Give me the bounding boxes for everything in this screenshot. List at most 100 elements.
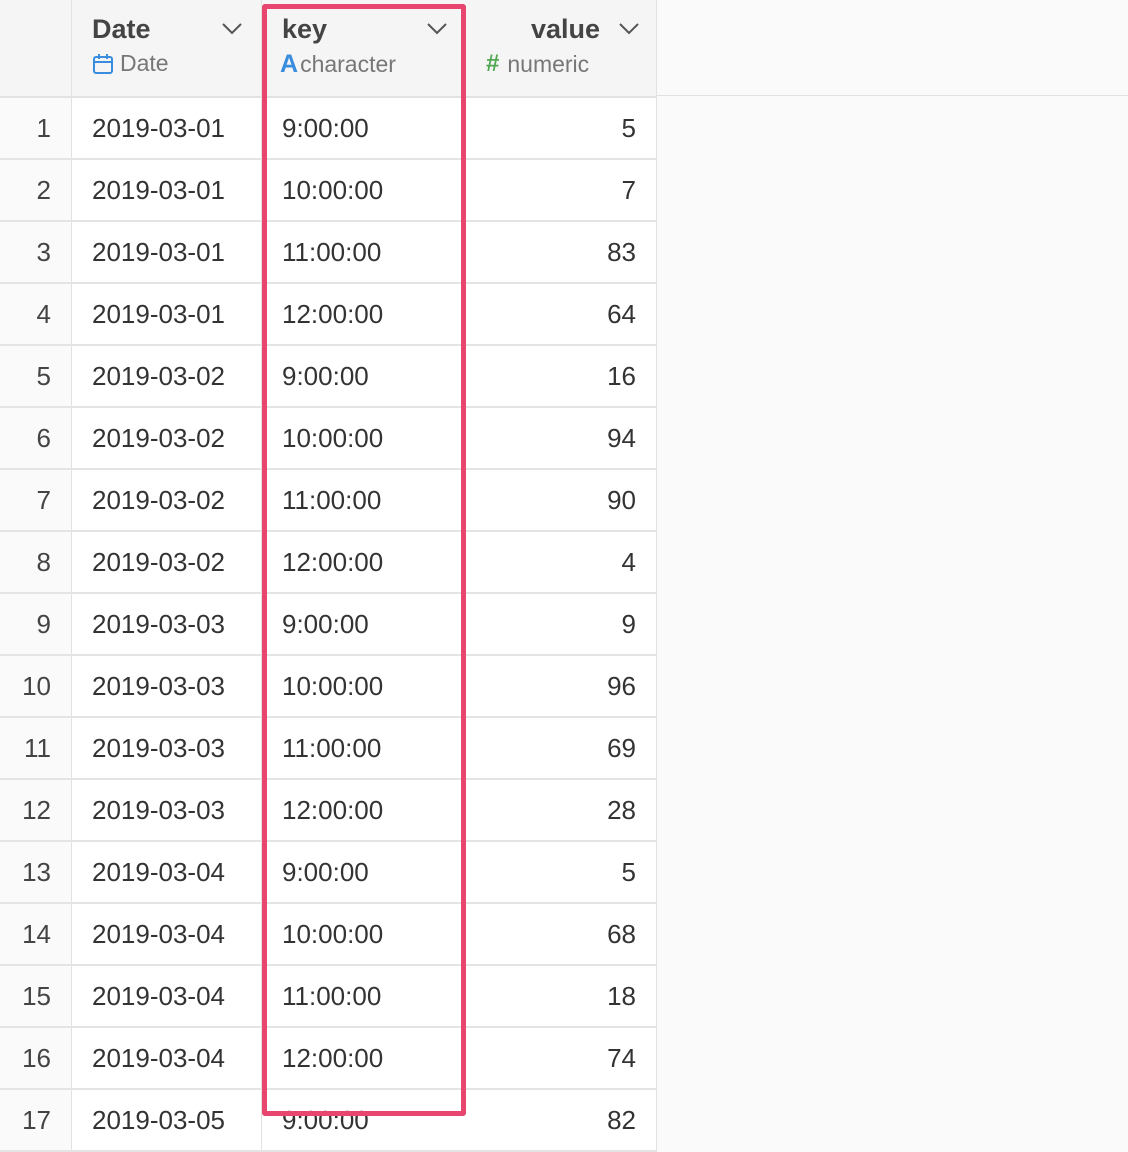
value-cell[interactable]: 5	[466, 98, 657, 158]
row-number[interactable]: 4	[0, 284, 72, 344]
value-cell[interactable]: 74	[466, 1028, 657, 1088]
date-cell[interactable]: 2019-03-02	[72, 470, 262, 530]
value-cell[interactable]: 16	[466, 346, 657, 406]
table-row[interactable]: 11 2019-03-03 11:00:00 69	[0, 718, 657, 780]
key-cell[interactable]: 9:00:00	[262, 842, 466, 902]
value-cell[interactable]: 18	[466, 966, 657, 1026]
key-cell[interactable]: 12:00:00	[262, 532, 466, 592]
character-type-icon: A	[280, 50, 299, 78]
column-header-date[interactable]: Date Date	[72, 0, 262, 96]
value-cell[interactable]: 5	[466, 842, 657, 902]
value-cell[interactable]: 83	[466, 222, 657, 282]
key-cell[interactable]: 11:00:00	[262, 718, 466, 778]
date-cell[interactable]: 2019-03-02	[72, 346, 262, 406]
row-number[interactable]: 2	[0, 160, 72, 220]
table-row[interactable]: 12 2019-03-03 12:00:00 28	[0, 780, 657, 842]
value-cell[interactable]: 4	[466, 532, 657, 592]
date-cell[interactable]: 2019-03-01	[72, 160, 262, 220]
table-row[interactable]: 9 2019-03-03 9:00:00 9	[0, 594, 657, 656]
chevron-down-icon[interactable]	[426, 22, 448, 36]
column-type-label: character	[300, 51, 396, 77]
date-cell[interactable]: 2019-03-01	[72, 98, 262, 158]
date-cell[interactable]: 2019-03-04	[72, 966, 262, 1026]
date-cell[interactable]: 2019-03-01	[72, 284, 262, 344]
row-number[interactable]: 17	[0, 1090, 72, 1150]
row-number[interactable]: 15	[0, 966, 72, 1026]
chevron-down-icon[interactable]	[618, 22, 640, 36]
row-number[interactable]: 9	[0, 594, 72, 654]
table-row[interactable]: 10 2019-03-03 10:00:00 96	[0, 656, 657, 718]
key-cell[interactable]: 12:00:00	[262, 780, 466, 840]
key-cell[interactable]: 11:00:00	[262, 222, 466, 282]
value-cell[interactable]: 94	[466, 408, 657, 468]
table-row[interactable]: 2 2019-03-01 10:00:00 7	[0, 160, 657, 222]
column-type-label: numeric	[507, 50, 590, 77]
key-cell[interactable]: 10:00:00	[262, 160, 466, 220]
value-cell[interactable]: 82	[466, 1090, 657, 1150]
date-cell[interactable]: 2019-03-03	[72, 594, 262, 654]
date-cell[interactable]: 2019-03-02	[72, 408, 262, 468]
calendar-icon	[92, 53, 114, 75]
table-row[interactable]: 5 2019-03-02 9:00:00 16	[0, 346, 657, 408]
date-cell[interactable]: 2019-03-01	[72, 222, 262, 282]
row-number[interactable]: 1	[0, 98, 72, 158]
table-row[interactable]: 15 2019-03-04 11:00:00 18	[0, 966, 657, 1028]
table-row[interactable]: 4 2019-03-01 12:00:00 64	[0, 284, 657, 346]
chevron-down-icon[interactable]	[221, 22, 243, 36]
value-cell[interactable]: 28	[466, 780, 657, 840]
date-cell[interactable]: 2019-03-04	[72, 904, 262, 964]
key-cell[interactable]: 12:00:00	[262, 284, 466, 344]
table-row[interactable]: 16 2019-03-04 12:00:00 74	[0, 1028, 657, 1090]
row-number[interactable]: 12	[0, 780, 72, 840]
row-number[interactable]: 5	[0, 346, 72, 406]
column-header-value[interactable]: value # numeric	[466, 0, 657, 96]
key-cell[interactable]: 10:00:00	[262, 904, 466, 964]
row-number[interactable]: 13	[0, 842, 72, 902]
row-number[interactable]: 7	[0, 470, 72, 530]
value-cell[interactable]: 90	[466, 470, 657, 530]
value-cell[interactable]: 7	[466, 160, 657, 220]
row-number[interactable]: 8	[0, 532, 72, 592]
value-cell[interactable]: 64	[466, 284, 657, 344]
row-number[interactable]: 10	[0, 656, 72, 716]
data-grid: Date Date key A character value # numeri…	[0, 0, 657, 1152]
key-cell[interactable]: 12:00:00	[262, 1028, 466, 1088]
date-cell[interactable]: 2019-03-03	[72, 656, 262, 716]
table-row[interactable]: 1 2019-03-01 9:00:00 5	[0, 98, 657, 160]
row-number[interactable]: 16	[0, 1028, 72, 1088]
key-cell[interactable]: 9:00:00	[262, 594, 466, 654]
date-cell[interactable]: 2019-03-04	[72, 842, 262, 902]
column-header-key[interactable]: key A character	[262, 0, 466, 96]
date-cell[interactable]: 2019-03-05	[72, 1090, 262, 1150]
key-cell[interactable]: 9:00:00	[262, 98, 466, 158]
table-row[interactable]: 14 2019-03-04 10:00:00 68	[0, 904, 657, 966]
value-cell[interactable]: 68	[466, 904, 657, 964]
key-cell[interactable]: 11:00:00	[262, 470, 466, 530]
row-number[interactable]: 11	[0, 718, 72, 778]
key-cell[interactable]: 10:00:00	[262, 408, 466, 468]
table-row[interactable]: 7 2019-03-02 11:00:00 90	[0, 470, 657, 532]
row-number[interactable]: 6	[0, 408, 72, 468]
key-cell[interactable]: 10:00:00	[262, 656, 466, 716]
table-row[interactable]: 3 2019-03-01 11:00:00 83	[0, 222, 657, 284]
numeric-type-icon: #	[486, 50, 500, 77]
table-row[interactable]: 13 2019-03-04 9:00:00 5	[0, 842, 657, 904]
value-cell[interactable]: 96	[466, 656, 657, 716]
value-cell[interactable]: 9	[466, 594, 657, 654]
table-row[interactable]: 17 2019-03-05 9:00:00 82	[0, 1090, 657, 1152]
key-cell[interactable]: 11:00:00	[262, 966, 466, 1026]
value-cell[interactable]: 69	[466, 718, 657, 778]
row-number[interactable]: 14	[0, 904, 72, 964]
date-cell[interactable]: 2019-03-04	[72, 1028, 262, 1088]
date-cell[interactable]: 2019-03-03	[72, 718, 262, 778]
date-cell[interactable]: 2019-03-03	[72, 780, 262, 840]
column-type-label: Date	[120, 50, 169, 76]
table-row[interactable]: 8 2019-03-02 12:00:00 4	[0, 532, 657, 594]
key-cell[interactable]: 9:00:00	[262, 1090, 466, 1150]
date-cell[interactable]: 2019-03-02	[72, 532, 262, 592]
key-cell[interactable]: 9:00:00	[262, 346, 466, 406]
row-number[interactable]: 3	[0, 222, 72, 282]
table-body: 1 2019-03-01 9:00:00 5 2 2019-03-01 10:00:00 7 3…	[0, 98, 657, 1152]
column-name: value	[530, 14, 600, 44]
table-row[interactable]: 6 2019-03-02 10:00:00 94	[0, 408, 657, 470]
